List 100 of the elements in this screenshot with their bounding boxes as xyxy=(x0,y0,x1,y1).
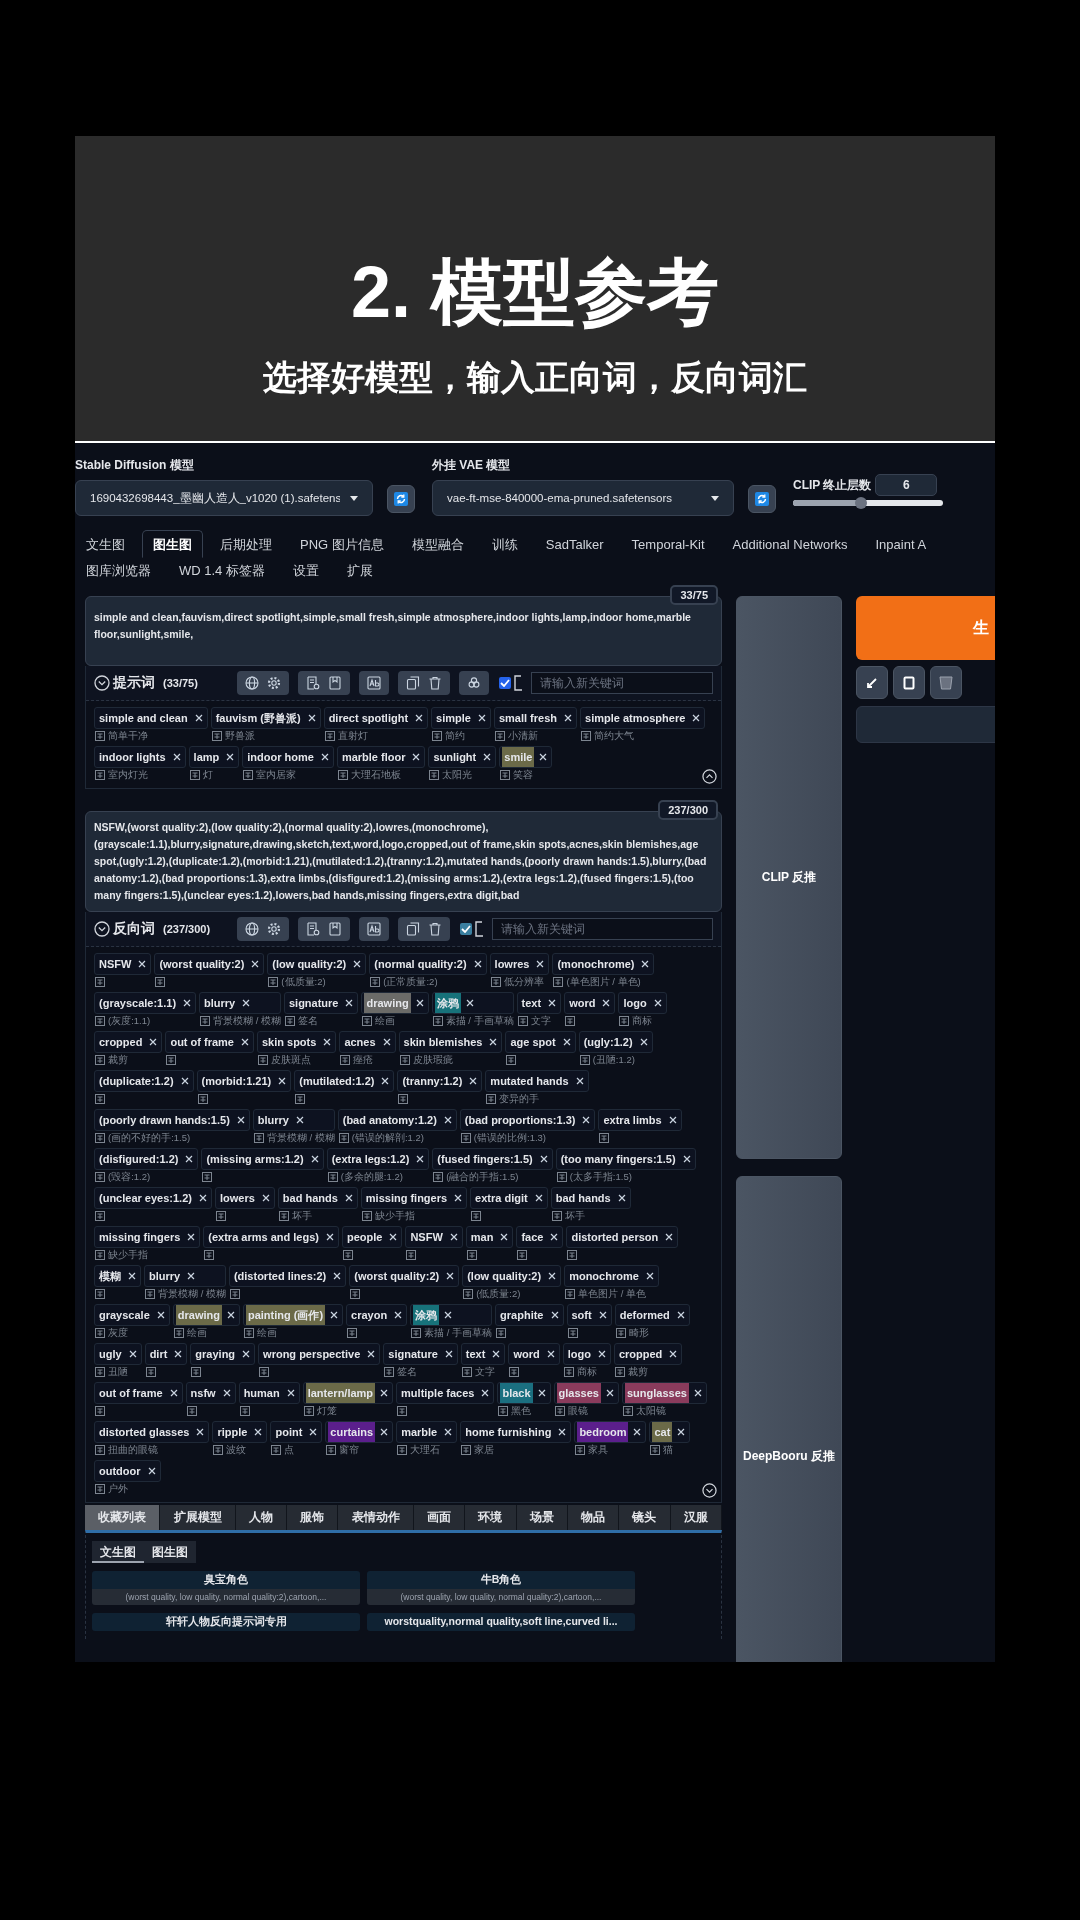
translate-icon[interactable] xyxy=(490,977,501,987)
tag-chip[interactable]: NSFW xyxy=(405,1226,463,1248)
translate-icon[interactable] xyxy=(197,1094,208,1104)
tag-chip[interactable]: curtains xyxy=(325,1421,394,1443)
remove-icon[interactable] xyxy=(597,1350,606,1358)
remove-icon[interactable] xyxy=(251,960,260,968)
tab[interactable]: 后期处理 xyxy=(209,530,283,558)
translate-icon[interactable] xyxy=(327,1172,338,1182)
category-tab[interactable]: 人物 xyxy=(235,1505,288,1530)
translate-icon[interactable] xyxy=(619,1016,630,1026)
tag-chip[interactable]: (bad anatomy:1.2) xyxy=(337,1109,457,1131)
preset-card[interactable]: 牛B角色 (worst quality, low quality, normal quality:2),cartoon,... xyxy=(367,1571,635,1605)
checkbox[interactable] xyxy=(499,677,511,689)
tag-chip[interactable]: (normal quality:2) xyxy=(369,953,487,975)
tag-chip[interactable]: (duplicate:1.2) xyxy=(94,1070,194,1092)
remove-icon[interactable] xyxy=(641,960,650,968)
tab[interactable]: 图生图 xyxy=(142,530,203,558)
translate-icon[interactable] xyxy=(173,1328,184,1338)
tag-chip[interactable]: word xyxy=(564,992,616,1014)
remove-icon[interactable] xyxy=(444,1350,453,1358)
tag-chip[interactable]: blurry xyxy=(252,1109,335,1131)
remove-icon[interactable] xyxy=(575,1077,584,1085)
remove-icon[interactable] xyxy=(473,960,482,968)
remove-icon[interactable] xyxy=(645,1272,654,1280)
tab[interactable]: SadTalker xyxy=(534,530,615,558)
translate-icon[interactable] xyxy=(565,1289,576,1299)
remove-icon[interactable] xyxy=(198,1194,207,1202)
translate-icon[interactable] xyxy=(494,731,505,741)
remove-icon[interactable] xyxy=(677,1428,686,1436)
preset-card[interactable]: worstquality,normal quality,soft line,curved li... xyxy=(367,1613,635,1631)
translate-icon[interactable] xyxy=(95,1094,105,1104)
tag-chip[interactable]: extra limbs xyxy=(598,1109,682,1131)
tag-chip[interactable]: text xyxy=(516,992,562,1014)
tag-chip[interactable]: simple and clean xyxy=(94,707,208,729)
remove-icon[interactable] xyxy=(147,1467,156,1475)
tag-chip[interactable]: dirt xyxy=(144,1343,188,1365)
tag-chip[interactable]: outdoor xyxy=(94,1460,161,1482)
remove-icon[interactable] xyxy=(550,1233,559,1241)
collapse-icon[interactable] xyxy=(94,675,110,691)
tag-chip[interactable]: (grayscale:1.1) xyxy=(94,992,197,1014)
remove-icon[interactable] xyxy=(169,1389,178,1397)
remove-icon[interactable] xyxy=(446,1272,455,1280)
icon-button[interactable] xyxy=(856,666,888,699)
sub-tab[interactable]: 图生图 xyxy=(144,1541,196,1563)
tag-chip[interactable]: age spot xyxy=(505,1031,576,1053)
tag-chip[interactable]: simple atmosphere xyxy=(580,707,706,729)
translate-icon[interactable] xyxy=(347,1328,358,1338)
category-tab[interactable]: 表情动作 xyxy=(338,1505,414,1530)
remove-icon[interactable] xyxy=(345,999,354,1007)
translate-icon[interactable] xyxy=(191,1367,202,1377)
tag-chip[interactable]: home furnishing xyxy=(460,1421,572,1443)
translate-icon[interactable] xyxy=(486,1094,497,1104)
translate-icon[interactable] xyxy=(615,1328,626,1338)
translate-icon[interactable] xyxy=(567,1250,578,1260)
tag-chip[interactable]: (low quality:2) xyxy=(462,1265,562,1287)
tag-chip[interactable]: (extra legs:1.2) xyxy=(326,1148,430,1170)
remove-icon[interactable] xyxy=(633,1428,642,1436)
remove-icon[interactable] xyxy=(564,714,573,722)
translate-icon[interactable] xyxy=(257,1055,268,1065)
remove-icon[interactable] xyxy=(639,1038,648,1046)
translate-icon[interactable] xyxy=(243,1328,254,1338)
remove-icon[interactable] xyxy=(194,714,203,722)
preset-card[interactable]: 臭宝角色 (worst quality, low quality, normal quality:2),cartoon,... xyxy=(92,1571,360,1605)
translate-icon[interactable] xyxy=(145,1289,155,1299)
translate-icon[interactable] xyxy=(350,1289,361,1299)
tag-chip[interactable]: 涂鸦 xyxy=(410,1304,493,1326)
tag-chip[interactable]: human xyxy=(238,1382,300,1404)
tag-chip[interactable]: cropped xyxy=(613,1343,683,1365)
translate-icon[interactable] xyxy=(204,1250,215,1260)
tag-chip[interactable]: cat xyxy=(649,1421,691,1443)
remove-icon[interactable] xyxy=(187,1272,196,1280)
remove-icon[interactable] xyxy=(242,999,251,1007)
tag-chip[interactable]: glasses xyxy=(553,1382,619,1404)
translate-icon[interactable] xyxy=(517,1016,528,1026)
tag-chip[interactable]: nsfw xyxy=(185,1382,236,1404)
translate-icon[interactable] xyxy=(463,1289,474,1299)
translate-icon[interactable] xyxy=(259,1367,270,1377)
tag-chip[interactable]: (missing arms:1.2) xyxy=(201,1148,324,1170)
collapse-icon[interactable] xyxy=(702,1483,717,1498)
translate-icon[interactable] xyxy=(200,1016,211,1026)
translate-icon[interactable] xyxy=(229,1289,240,1299)
remove-icon[interactable] xyxy=(261,1194,270,1202)
tag-chip[interactable]: extra digit xyxy=(470,1187,548,1209)
collapse-icon[interactable] xyxy=(702,769,717,784)
tag-chip[interactable]: monochrome xyxy=(564,1265,659,1287)
keyword-input[interactable]: 请输入新关键词 xyxy=(492,918,713,940)
tab[interactable]: 文生图 xyxy=(75,530,136,558)
remove-icon[interactable] xyxy=(465,999,474,1007)
translate-icon[interactable] xyxy=(186,1406,197,1416)
remove-icon[interactable] xyxy=(534,1194,543,1202)
remove-icon[interactable] xyxy=(310,1155,319,1163)
translate-icon[interactable] xyxy=(551,1211,562,1221)
tag-chip[interactable]: small fresh xyxy=(493,707,578,729)
remove-icon[interactable] xyxy=(307,714,316,722)
translate-icon[interactable] xyxy=(556,1172,567,1182)
tag-chip[interactable]: cropped xyxy=(94,1031,163,1053)
tag-chip[interactable]: deformed xyxy=(614,1304,690,1326)
remove-icon[interactable] xyxy=(412,753,421,761)
tag-chip[interactable]: face xyxy=(516,1226,564,1248)
refresh-button[interactable] xyxy=(748,485,776,513)
